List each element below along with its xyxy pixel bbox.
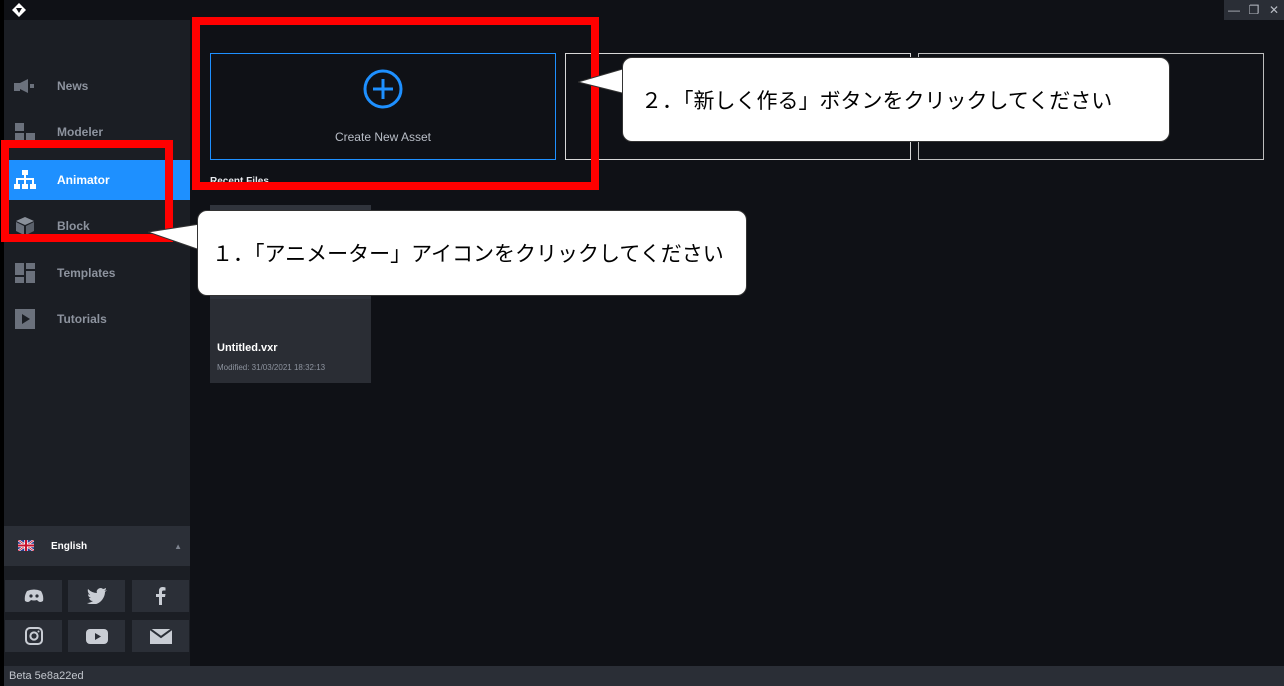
close-button[interactable]: ✕	[1264, 0, 1284, 20]
annotation-callout-step2: ２．「新しく作る」ボタンをクリックしてください	[622, 57, 1170, 142]
sidebar-item-label: Modeler	[57, 125, 104, 139]
instagram-icon	[24, 627, 43, 645]
annotation-text: １．「アニメーター」アイコンをクリックしてください	[212, 243, 724, 266]
file-name: Untitled.vxr	[217, 342, 278, 354]
youtube-icon	[85, 628, 108, 644]
status-bar: Beta 5e8a22ed	[4, 666, 1284, 686]
minimize-button[interactable]: —	[1224, 0, 1244, 20]
templates-icon	[14, 263, 36, 283]
mail-icon	[149, 628, 172, 644]
annotation-highlight-create	[192, 17, 599, 190]
version-text: Beta 5e8a22ed	[9, 670, 84, 682]
instagram-button[interactable]	[5, 620, 62, 652]
restore-button[interactable]: ❐	[1244, 0, 1264, 20]
play-icon	[14, 309, 36, 329]
facebook-button[interactable]	[132, 580, 189, 612]
annotation-callout-step1: １．「アニメーター」アイコンをクリックしてください	[197, 210, 747, 296]
language-selector[interactable]: English ▲	[4, 526, 190, 566]
sidebar-item-templates[interactable]: Templates	[4, 253, 190, 293]
sidebar: News Modeler Animator Block Templates Tu…	[4, 20, 190, 666]
callout-tail-icon	[148, 223, 203, 251]
sidebar-item-news[interactable]: News	[4, 66, 190, 106]
caret-up-icon: ▲	[174, 541, 182, 551]
discord-button[interactable]	[5, 580, 62, 612]
callout-tail-icon	[578, 67, 628, 95]
uk-flag-icon	[18, 540, 34, 551]
file-modified-date: Modified: 31/03/2021 18:32:13	[217, 363, 326, 372]
app-logo-icon	[12, 3, 26, 17]
sidebar-item-tutorials[interactable]: Tutorials	[4, 299, 190, 339]
facebook-icon	[155, 587, 165, 605]
language-label: English	[51, 540, 88, 552]
youtube-button[interactable]	[68, 620, 125, 652]
twitter-icon	[86, 588, 107, 604]
megaphone-icon	[14, 76, 36, 96]
modeler-icon	[14, 122, 36, 142]
window-controls: — ❐ ✕	[1224, 0, 1284, 20]
discord-icon	[24, 589, 43, 602]
sidebar-item-label: News	[57, 79, 89, 93]
sidebar-item-label: Tutorials	[57, 312, 107, 326]
annotation-text: ２．「新しく作る」ボタンをクリックしてください	[641, 89, 1113, 113]
mail-button[interactable]	[132, 620, 189, 652]
sidebar-item-label: Templates	[57, 266, 116, 280]
twitter-button[interactable]	[68, 580, 125, 612]
